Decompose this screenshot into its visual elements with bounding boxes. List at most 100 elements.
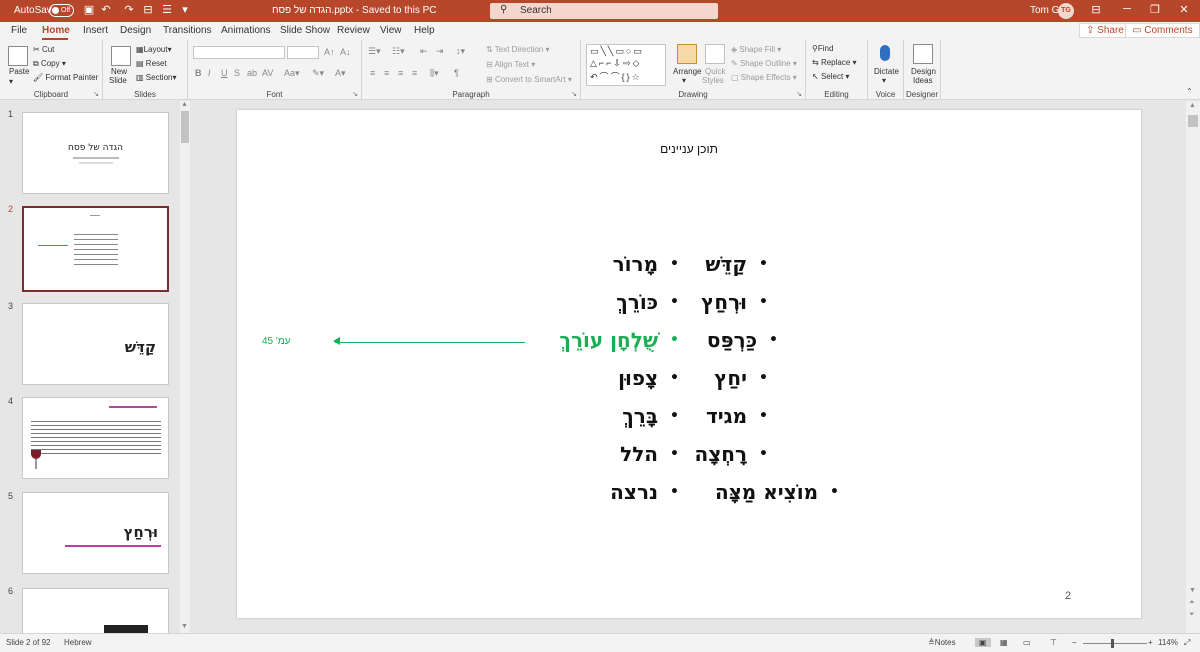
previous-slide-icon[interactable]: ⏶ <box>1189 599 1195 607</box>
slide-number[interactable]: 2 <box>1065 590 1071 602</box>
change-case-icon[interactable]: Aa▾ <box>284 68 300 79</box>
comments-button[interactable]: ▭ Comments <box>1125 23 1200 38</box>
justify-icon[interactable]: ≡ <box>412 68 417 78</box>
tab-home[interactable]: Home <box>42 25 70 36</box>
grow-font-icon[interactable]: A↑ <box>324 47 335 57</box>
align-left-icon[interactable]: ≡ <box>370 68 375 78</box>
reset-button[interactable]: ▤ Reset <box>136 59 167 68</box>
slide-thumbnail-4[interactable] <box>22 397 169 479</box>
microphone-icon[interactable] <box>880 45 890 61</box>
increase-indent-icon[interactable]: ⇥ <box>436 46 444 57</box>
list-item-left-1[interactable]: • מָרוֹר <box>613 252 679 276</box>
shape-outline-button[interactable]: ✎ Shape Outline ▾ <box>731 59 797 68</box>
list-item-right-6[interactable]: • רָחְצָה <box>694 442 768 466</box>
tab-slide-show[interactable]: Slide Show <box>280 25 330 36</box>
text-shadow-icon[interactable]: ab <box>247 68 257 78</box>
share-button[interactable]: ⇪ Share <box>1079 23 1131 38</box>
shape-fill-button[interactable]: ◈ Shape Fill ▾ <box>731 45 781 54</box>
list-item-right-2[interactable]: • וּרְחַץ <box>701 290 768 314</box>
align-text-button[interactable]: ⊟ Align Text ▾ <box>486 60 535 69</box>
customize-qat-icon[interactable]: ▾ <box>178 3 192 18</box>
quick-styles-label-1[interactable]: Quick <box>705 67 725 76</box>
numbering-icon[interactable]: ☷▾ <box>392 46 405 57</box>
touch-mode-icon[interactable]: ☰ <box>160 3 174 18</box>
zoom-slider[interactable] <box>1083 643 1147 644</box>
thumbs-scroll-down-icon[interactable]: ▼ <box>181 623 188 630</box>
search-box[interactable]: ⚲ Search <box>490 3 718 19</box>
strikethrough-icon[interactable]: S <box>234 68 240 78</box>
quick-styles-label-2[interactable]: Styles <box>702 76 724 85</box>
copy-button[interactable]: ⧉ Copy ▾ <box>33 59 66 69</box>
minimize-icon[interactable]: ─ <box>1117 3 1137 15</box>
scroll-handle[interactable] <box>1188 115 1198 127</box>
collapse-ribbon-icon[interactable]: ⌃ <box>1186 87 1193 96</box>
restore-icon[interactable]: ❐ <box>1145 3 1165 16</box>
slide-thumbnail-1[interactable]: הגדה של פסח <box>22 112 169 194</box>
avatar[interactable]: TG <box>1058 3 1074 19</box>
arrange-icon[interactable] <box>677 44 697 64</box>
char-spacing-icon[interactable]: AV <box>262 68 273 78</box>
smartart-button[interactable]: ⊞ Convert to SmartArt ▾ <box>486 75 572 84</box>
section-button[interactable]: ▥ Section▾ <box>136 73 177 82</box>
format-painter-button[interactable]: 🖌 Format Painter <box>33 73 98 82</box>
rtl-icon[interactable]: ¶ <box>454 68 459 78</box>
next-slide-icon[interactable]: ⏷ <box>1189 611 1195 619</box>
list-item-right-4[interactable]: • יחַץ <box>714 366 768 390</box>
undo-icon[interactable]: ↶ <box>99 3 113 18</box>
tab-insert[interactable]: Insert <box>83 25 108 36</box>
close-icon[interactable]: ✕ <box>1174 3 1194 16</box>
slide-thumbnail-2[interactable] <box>22 206 169 292</box>
bullets-icon[interactable]: ☰▾ <box>368 46 381 57</box>
new-slide-icon[interactable] <box>111 46 131 66</box>
list-item-left-5[interactable]: • בָּרֵךְ <box>622 404 679 428</box>
slide-sorter-icon[interactable]: ▦ <box>1000 638 1008 647</box>
fit-to-window-icon[interactable]: ⤢ <box>1184 638 1190 648</box>
align-center-icon[interactable]: ≡ <box>384 68 389 78</box>
list-item-left-4[interactable]: • צָפוּן <box>618 366 679 390</box>
paste-dropdown-icon[interactable]: ▾ <box>9 77 13 86</box>
new-slide-label-1[interactable]: New <box>111 67 127 76</box>
reading-view-icon[interactable]: ▭ <box>1023 638 1031 647</box>
notes-button[interactable]: ≜Notes <box>928 638 956 647</box>
find-button[interactable]: ⚲Find <box>812 44 833 53</box>
slide-canvas[interactable]: תוכן עניינים • קַדֵּשׁ • וּרְחַץ • כַּרְפַּ… <box>237 110 1141 618</box>
tab-animations[interactable]: Animations <box>221 25 270 36</box>
list-item-right-3[interactable]: • כַּרְפַּס <box>707 328 778 352</box>
cut-button[interactable]: ✂ Cut <box>33 45 54 54</box>
slide-thumbnail-5[interactable]: וּרְחַץ <box>22 492 169 574</box>
shapes-gallery[interactable]: ▭╲╲▭○▭ △⌐⌐⇩⇨◇ ↶⌒⌒{}☆ <box>586 44 666 86</box>
autosave-toggle[interactable]: Off <box>49 4 74 17</box>
tab-design[interactable]: Design <box>120 25 151 36</box>
arrange-label[interactable]: Arrange <box>673 67 701 76</box>
normal-view-icon[interactable]: ▣ <box>975 638 991 647</box>
drawing-launcher-icon[interactable]: ↘ <box>796 90 802 98</box>
tab-help[interactable]: Help <box>414 25 435 36</box>
font-name-field[interactable] <box>193 46 285 59</box>
list-item-right-1[interactable]: • קַדֵּשׁ <box>705 252 768 276</box>
italic-icon[interactable]: I <box>208 68 211 78</box>
font-color-icon[interactable]: A▾ <box>335 68 346 79</box>
ribbon-display-icon[interactable]: ⊟ <box>1086 3 1106 16</box>
clipboard-launcher-icon[interactable]: ↘ <box>93 90 99 98</box>
align-right-icon[interactable]: ≡ <box>398 68 403 78</box>
tab-file[interactable]: File <box>11 25 27 36</box>
shrink-font-icon[interactable]: A↓ <box>340 47 351 57</box>
redo-icon[interactable]: ↷ <box>122 3 136 18</box>
dictate-dropdown-icon[interactable]: ▾ <box>882 76 886 85</box>
scroll-up-icon[interactable]: ▲ <box>1189 102 1196 109</box>
font-size-field[interactable] <box>287 46 319 59</box>
font-launcher-icon[interactable]: ↘ <box>352 90 358 98</box>
scroll-down-icon[interactable]: ▼ <box>1189 587 1196 594</box>
present-icon[interactable]: ⊟ <box>141 3 155 18</box>
annotation-page-ref[interactable]: עמ' 45 <box>262 336 291 347</box>
new-slide-label-2[interactable]: Slide <box>109 76 127 85</box>
list-item-left-3-highlighted[interactable]: • שֻׁלְחָן עוֹרֵךְ <box>559 328 679 352</box>
text-direction-button[interactable]: ⇅ Text Direction ▾ <box>486 45 550 54</box>
list-item-right-7[interactable]: • מוֹצִיא מַצָּה <box>715 480 839 504</box>
language-indicator[interactable]: Hebrew <box>64 638 92 647</box>
columns-icon[interactable]: ⫼▾ <box>430 68 439 79</box>
annotation-arrow-line[interactable] <box>335 342 525 343</box>
line-spacing-icon[interactable]: ↕▾ <box>456 46 465 57</box>
bold-icon[interactable]: B <box>195 68 202 78</box>
design-ideas-label-1[interactable]: Design <box>911 67 936 76</box>
